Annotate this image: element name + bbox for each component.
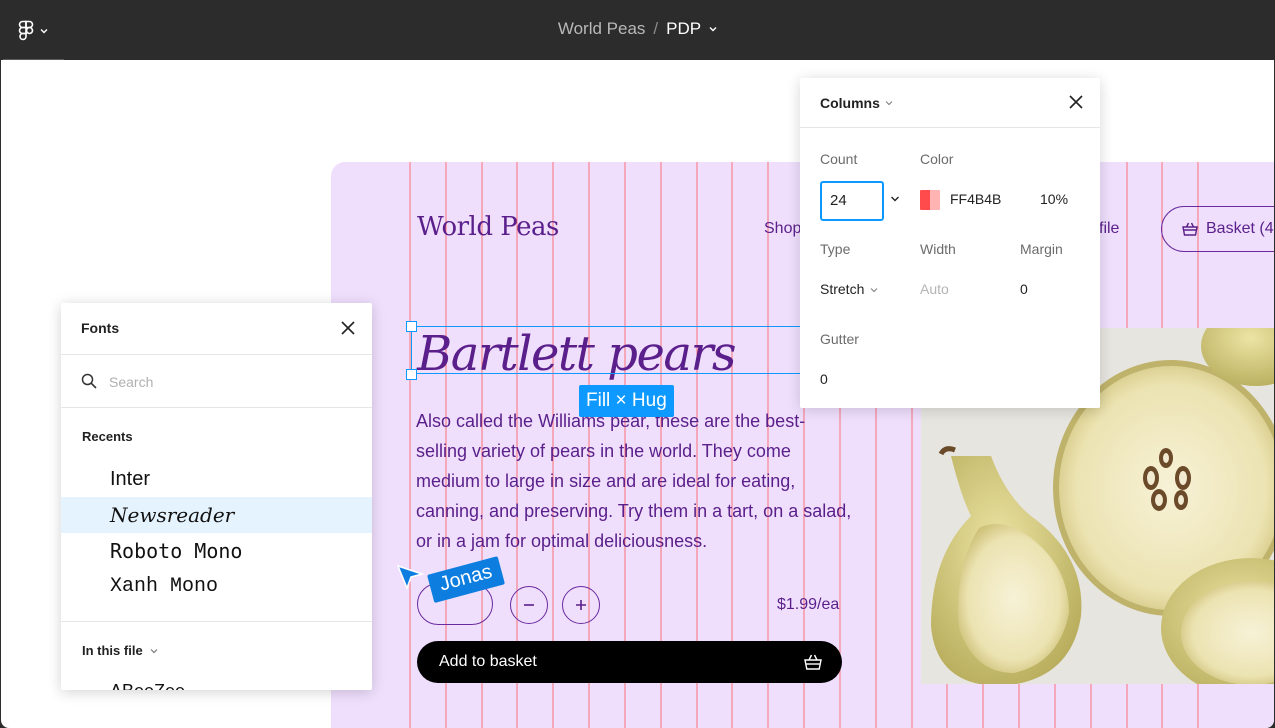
count-input[interactable]: 24	[820, 181, 884, 221]
opacity-input[interactable]: 10%	[1040, 191, 1068, 207]
breadcrumb-separator: /	[653, 19, 659, 38]
resize-handle-bottom-left[interactable]	[406, 369, 417, 380]
price-label: $1.99/ea	[777, 596, 840, 613]
increment-button[interactable]	[562, 586, 600, 624]
gutter-input[interactable]: 0	[820, 371, 828, 387]
basket-label: Basket (4	[1206, 220, 1274, 237]
decrement-button[interactable]	[510, 586, 548, 624]
section-divider	[61, 621, 372, 622]
in-this-file-label: In this file	[82, 643, 143, 658]
color-swatch[interactable]	[920, 190, 940, 210]
site-logo[interactable]: World Peas	[417, 212, 559, 242]
project-name[interactable]: World Peas	[558, 19, 646, 38]
font-search	[61, 355, 372, 408]
layout-grid-header: Columns	[800, 78, 1100, 128]
font-item-inter[interactable]: Inter	[61, 461, 372, 497]
color-hex-input[interactable]: FF4B4B	[950, 191, 1001, 207]
file-title[interactable]: World Peas / PDP	[0, 19, 1275, 39]
grid-type-label: Columns	[820, 95, 880, 111]
recents-heading: Recents	[82, 429, 133, 444]
selection-outline	[411, 326, 831, 374]
basket-button[interactable]: Basket (4	[1161, 206, 1274, 252]
basket-icon	[804, 654, 822, 670]
size-badge: Fill × Hug	[579, 385, 674, 417]
chevron-down-icon[interactable]	[890, 195, 900, 203]
add-to-basket-button[interactable]: Add to basket	[417, 641, 842, 683]
layout-grid-panel: Columns Count Color 24 FF4B4B 10% Type W…	[800, 78, 1100, 408]
plus-icon	[576, 600, 586, 610]
type-label: Type	[820, 241, 851, 257]
multiplayer-cursor-icon	[397, 564, 425, 591]
font-item-xanh-mono[interactable]: Xanh Mono	[61, 569, 372, 605]
close-icon[interactable]	[1068, 94, 1084, 110]
fonts-panel: Fonts Recents Inter Newsreader Roboto Mo…	[61, 303, 372, 690]
chevron-down-icon	[150, 649, 158, 654]
gutter-label: Gutter	[820, 331, 859, 347]
font-item-abeezee[interactable]: ABeeZee	[61, 673, 372, 690]
font-item-newsreader[interactable]: Newsreader	[61, 497, 372, 533]
page-name[interactable]: PDP	[666, 19, 701, 38]
count-label: Count	[820, 151, 858, 167]
nav-link-shop[interactable]: Shop	[764, 220, 801, 238]
basket-icon	[1182, 222, 1198, 236]
toolbar: World Peas / PDP	[0, 0, 1275, 61]
type-value: Stretch	[820, 281, 865, 297]
chevron-down-icon	[870, 288, 878, 293]
font-item-roboto-mono[interactable]: Roboto Mono	[61, 533, 372, 569]
width-input[interactable]: Auto	[920, 281, 949, 297]
add-to-basket-label: Add to basket	[439, 653, 537, 670]
width-label: Width	[920, 241, 956, 257]
margin-label: Margin	[1020, 241, 1063, 257]
type-dropdown[interactable]: Stretch	[820, 281, 878, 297]
close-icon[interactable]	[340, 320, 356, 336]
search-icon	[81, 373, 97, 389]
font-search-input[interactable]	[109, 371, 349, 393]
margin-input[interactable]: 0	[1020, 281, 1028, 297]
fonts-panel-header: Fonts	[61, 303, 372, 355]
product-description[interactable]: Also called the Williams pear, these are…	[416, 406, 856, 556]
fonts-panel-title: Fonts	[81, 320, 120, 336]
in-this-file-heading[interactable]: In this file	[82, 643, 158, 658]
minus-icon	[524, 604, 534, 606]
color-label: Color	[920, 151, 954, 167]
grid-type-dropdown[interactable]: Columns	[820, 95, 893, 111]
nav-link-profile[interactable]: file	[1099, 220, 1119, 238]
chevron-down-icon[interactable]	[709, 26, 717, 32]
resize-handle-top-left[interactable]	[406, 321, 417, 332]
chevron-down-icon	[885, 101, 893, 106]
